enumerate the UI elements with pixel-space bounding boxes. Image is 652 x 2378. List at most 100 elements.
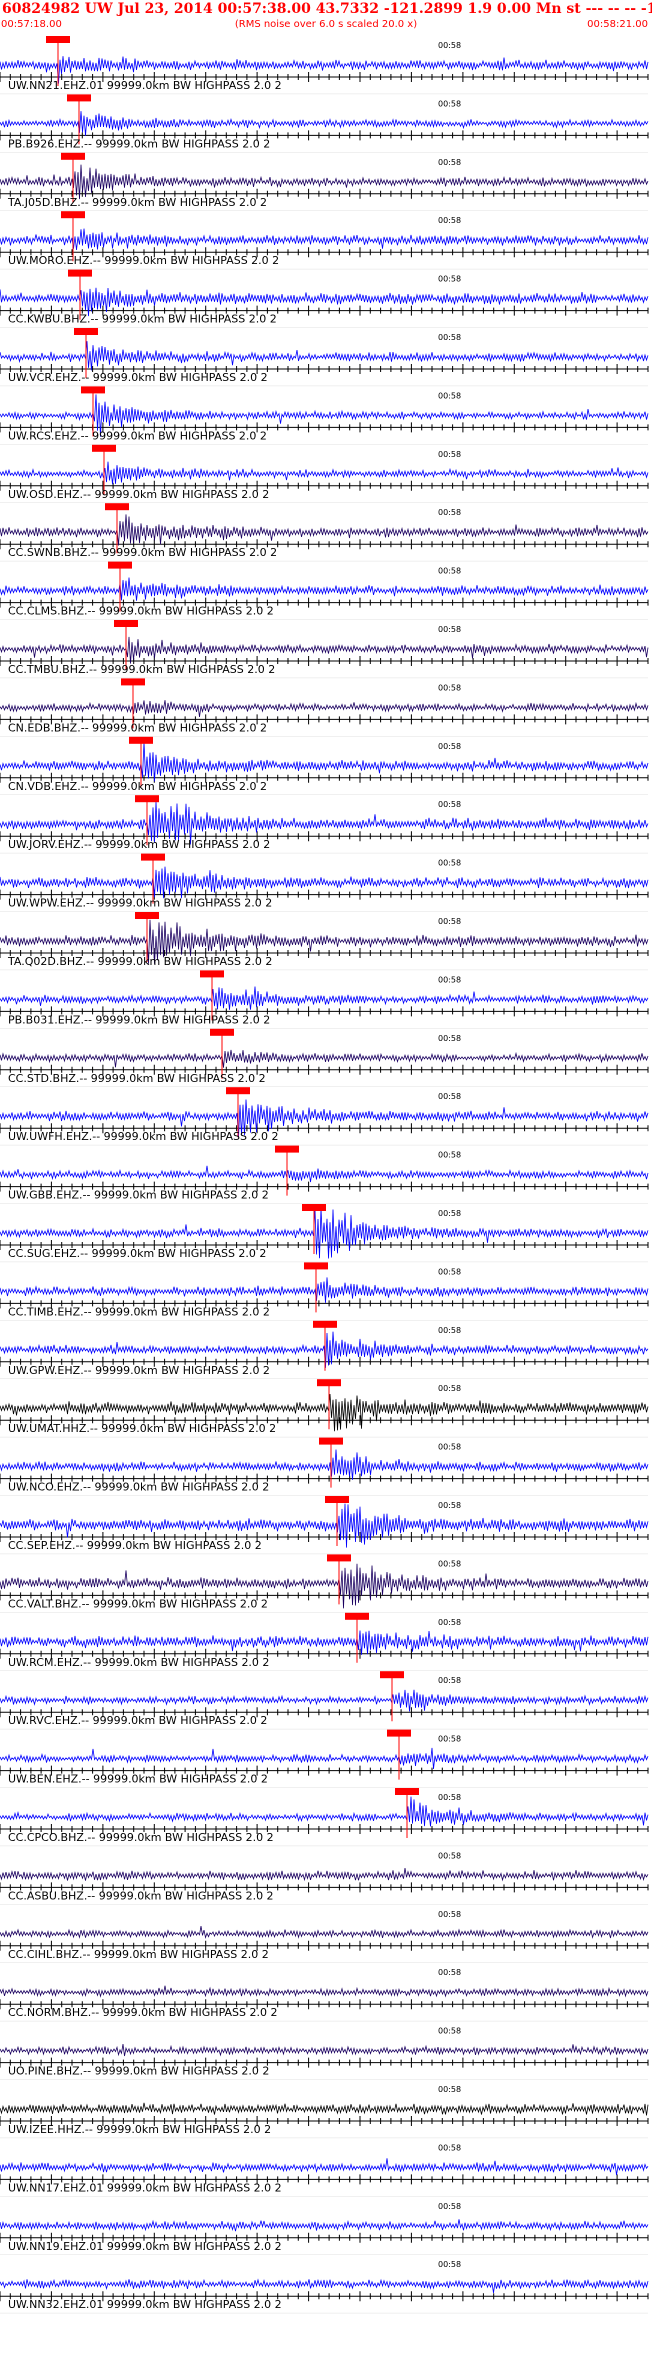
waveform [0,986,649,1010]
trace-panel: 00:58 UW.RVC.EHZ.-- 99999.0km BW HIGHPASS… [0,1671,649,1730]
phase-pick-marker [327,1554,351,1562]
minute-mark: 00:58 [438,1618,461,1627]
phase-pick-marker [317,1379,341,1387]
waveform [0,700,649,718]
phase-pick-marker [74,328,98,335]
minute-mark: 00:58 [438,391,461,400]
station-label: CN.EDB.BHZ.-- 99999.0km BW HIGHPASS 2.0 … [8,721,267,734]
minute-mark: 00:58 [438,1326,461,1335]
trace-panel: 00:58 CC.NORM.BHZ.-- 99999.0km BW HIGHPAS… [0,1968,649,2022]
minute-mark: 00:58 [438,1384,461,1393]
station-label: UW.NN19.EHZ.01 99999.0km BW HIGHPASS 2.0… [8,2240,282,2253]
phase-pick-marker [46,36,70,43]
minute-mark: 00:58 [438,625,461,634]
phase-pick-marker [304,1262,328,1270]
trace-panel: 00:58 PB.B926.EHZ.-- 99999.0km BW HIGHPAS… [0,94,649,153]
phase-pick-marker [105,503,129,511]
minute-mark: 00:58 [438,2027,461,2036]
station-label: UW.RVC.EHZ.-- 99999.0km BW HIGHPASS 2.0 … [8,1714,267,1727]
waveform [0,1277,649,1303]
station-label: UO.PINE.BHZ.-- 99999.0km BW HIGHPASS 2.0… [8,2065,269,2078]
station-label: UW.NCO.EHZ.-- 99999.0km BW HIGHPASS 2.0 … [8,1481,269,1494]
trace-panel: 00:58 CC.SWNB.BHZ.-- 99999.0km BW HIGHPAS… [0,503,649,562]
minute-mark: 00:58 [438,1209,461,1218]
station-label: CC.CIHL.BHZ.-- 99999.0km BW HIGHPASS 2.0… [8,1948,269,1961]
waveform [0,1689,649,1712]
phase-pick-marker [67,94,91,102]
station-label: CC.SUG.EHZ.-- 99999.0km BW HIGHPASS 2.0 … [8,1247,266,1260]
phase-pick-marker [135,912,159,919]
minute-mark: 00:58 [438,2202,461,2211]
minute-mark: 00:58 [438,450,461,459]
end-time: 00:58:21.00 [587,19,648,30]
phase-pick-marker [135,795,159,803]
station-label: CC.SEP.EHZ.-- 99999.0km BW HIGHPASS 2.0 … [8,1539,262,1552]
minute-mark: 00:58 [438,1793,461,1802]
trace-panel: 00:58 CC.TIMB.EHZ.-- 99999.0km BW HIGHPAS… [0,1262,649,1321]
trace-panel: 00:58 UW.JORV.EHZ.-- 99999.0km BW HIGHPAS… [0,795,649,854]
minute-mark: 00:58 [438,41,461,50]
phase-pick-marker [81,386,105,394]
phase-pick-marker [226,1087,250,1095]
phase-pick-marker [141,853,165,861]
waveform [0,461,649,485]
trace-panel: 00:58 CC.CPCO.BHZ.-- 99999.0km BW HIGHPAS… [0,1788,649,1847]
trace-panel: 00:58 CC.VALT.BHZ.-- 99999.0km BW HIGHPAS… [0,1554,649,1613]
waveform [0,636,649,664]
station-label: UW.OSD.EHZ.-- 99999.0km BW HIGHPASS 2.0 … [8,488,269,501]
station-label: UW.WPW.EHZ.-- 99999.0km BW HIGHPASS 2.0 … [8,897,272,910]
trace-panel: 00:58 CC.STD.BHZ.-- 99999.0km BW HIGHPASS… [0,1028,649,1087]
station-label: CC.STD.BHZ.-- 99999.0km BW HIGHPASS 2.0 … [8,1072,266,1085]
trace-panel: 00:58 UO.PINE.BHZ.-- 99999.0km BW HIGHPAS… [0,2027,649,2080]
trace-panel: 00:58 CC.TMBU.BHZ.-- 99999.0km BW HIGHPAS… [0,620,649,679]
station-label: CC.SWNB.BHZ.-- 99999.0km BW HIGHPASS 2.0… [8,546,277,559]
phase-pick-marker [61,152,85,160]
minute-mark: 00:58 [438,216,461,225]
station-label: UW.GPW.EHZ.-- 99999.0km BW HIGHPASS 2.0 … [8,1364,270,1377]
minute-mark: 00:58 [438,1735,461,1744]
minute-mark: 00:58 [438,917,461,926]
phase-pick-marker [313,1320,337,1328]
trace-panel: 00:58 UW.RCM.EHZ.-- 99999.0km BW HIGHPASS… [0,1612,649,1671]
station-label: UW.NN21.EHZ.01 99999.0km BW HIGHPASS 2.0… [8,79,282,92]
trace-panel: 00:58 CC.SUG.EHZ.-- 99999.0km BW HIGHPASS… [0,1204,649,1263]
waveform [0,514,649,546]
waveform [0,2044,649,2057]
station-label: UW.MORO.EHZ.-- 99999.0km BW HIGHPASS 2.0… [8,254,279,267]
waveform [0,2278,649,2293]
minute-mark: 00:58 [438,99,461,108]
station-label: CC.TIMB.EHZ.-- 99999.0km BW HIGHPASS 2.0… [8,1305,270,1318]
minute-mark: 00:58 [438,1501,461,1510]
trace-panel: 00:58 UW.NN19.EHZ.01 99999.0km BW HIGHPAS… [0,2202,649,2255]
phase-pick-marker [210,1028,234,1036]
trace-panel: 00:58 UW.UMAT.HHZ.-- 99999.0km BW HIGHPAS… [0,1379,649,1438]
minute-mark: 00:58 [438,2143,461,2152]
trace-panel: 00:58 UW.UWFH.EHZ.-- 99999.0km BW HIGHPAS… [0,1087,649,1146]
waveform [0,1868,649,1882]
seismogram-panel: 00:58 UW.NN21.EHZ.01 99999.0km BW HIGHPAS… [0,36,649,2314]
trace-panel: 00:58 UW.GPW.EHZ.-- 99999.0km BW HIGHPASS… [0,1320,649,1379]
record-header: 60824982 UW Jul 23, 2014 00:57:38.00 43.… [0,0,652,38]
phase-pick-marker [129,736,153,744]
minute-mark: 00:58 [438,1443,461,1452]
station-label: PB.B031.EHZ.-- 99999.0km BW HIGHPASS 2.0… [8,1013,270,1026]
station-label: CC.VALT.BHZ.-- 99999.0km BW HIGHPASS 2.0… [8,1597,268,1610]
trace-panel: 00:58 UW.GBB.EHZ.-- 99999.0km BW HIGHPASS… [0,1145,649,1204]
minute-mark: 00:58 [438,2260,461,2269]
waveform [0,1049,649,1068]
waveform [0,741,649,782]
trace-panel: 00:58 UW.NN17.EHZ.01 99999.0km BW HIGHPAS… [0,2143,649,2197]
trace-panel: 00:58 CN.VDB.EHZ.-- 99999.0km BW HIGHPASS… [0,736,649,795]
station-label: CC.TMBU.BHZ.-- 99999.0km BW HIGHPASS 2.0… [8,663,275,676]
station-label: UW.UWFH.EHZ.-- 99999.0km BW HIGHPASS 2.0… [8,1130,279,1143]
minute-mark: 00:58 [438,742,461,751]
station-label: CC.KWBU.BHZ.-- 99999.0km BW HIGHPASS 2.0… [8,313,277,326]
trace-panel: 00:58 PB.B031.EHZ.-- 99999.0km BW HIGHPAS… [0,970,649,1029]
waveform [0,1630,649,1655]
trace-panel: 00:58 UW.MORO.EHZ.-- 99999.0km BW HIGHPAS… [0,211,649,270]
minute-mark: 00:58 [438,158,461,167]
event-title: 60824982 UW Jul 23, 2014 00:57:38.00 43.… [2,1,652,17]
minute-mark: 00:58 [438,1267,461,1276]
trace-panel: 00:58 UW.IZEE.HHZ.-- 99999.0km BW HIGHPAS… [0,2085,649,2139]
trace-panel: 00:58 UW.NCO.EHZ.-- 99999.0km BW HIGHPASS… [0,1437,649,1496]
